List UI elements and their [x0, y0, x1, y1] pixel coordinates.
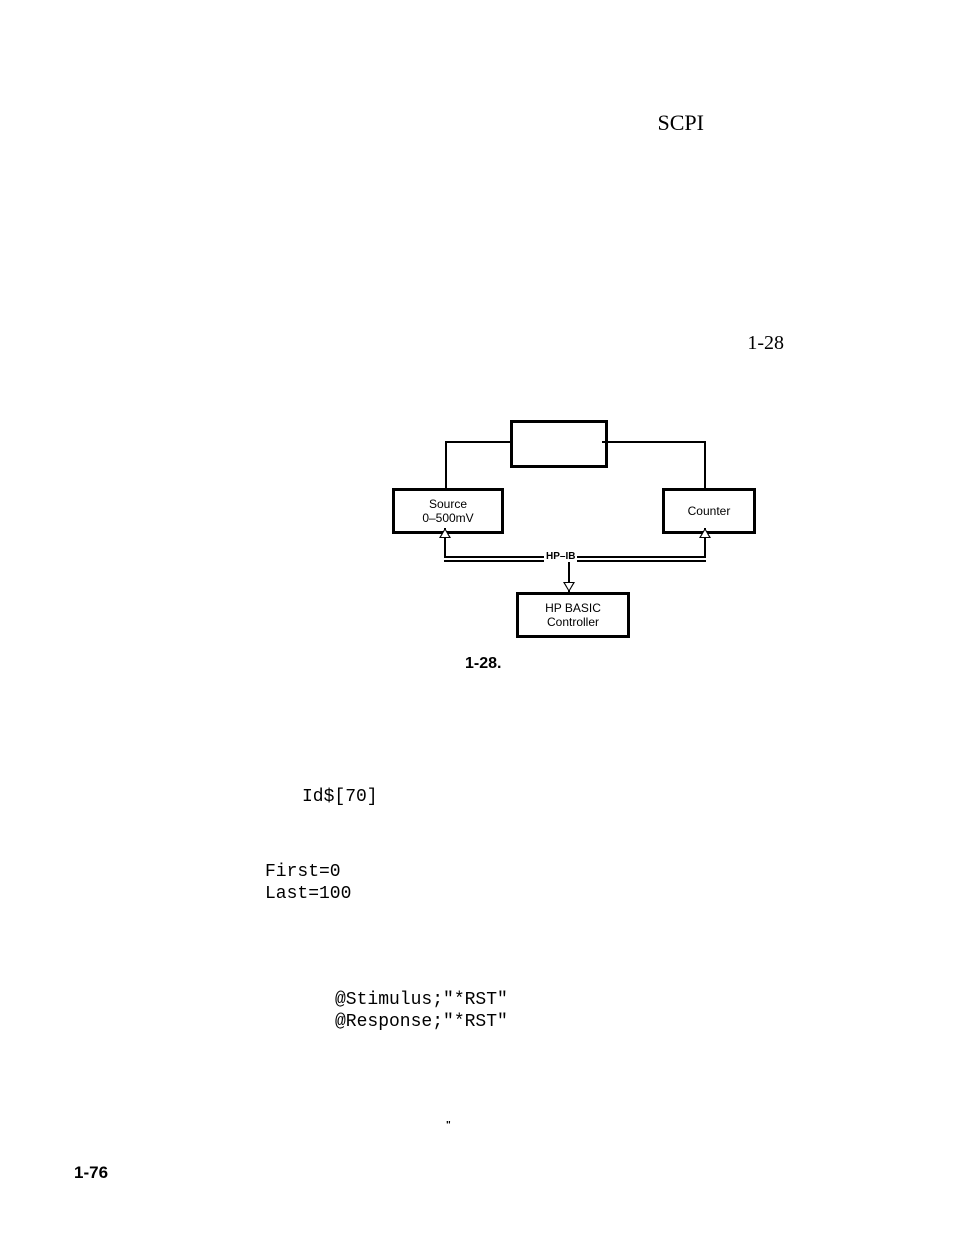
section-title: SCPI [658, 110, 704, 136]
block-diagram: Source 0–500mV Counter HP BASIC Controll… [392, 420, 782, 670]
arrow-up-icon [699, 528, 711, 538]
source-range: 0–500mV [422, 511, 473, 525]
arrow-up-icon [439, 528, 451, 538]
counter-label: Counter [688, 504, 731, 518]
connector-line [445, 441, 510, 443]
code-line: Id$[70] [302, 787, 378, 807]
code-line: @Response;"*RST" [335, 1012, 508, 1032]
arrow-down-icon [563, 582, 575, 592]
controller-label-2: Controller [547, 615, 599, 629]
connector-line [445, 441, 447, 488]
stray-mark: " [446, 1120, 451, 1131]
connector-line [602, 441, 706, 443]
connector-line [704, 441, 706, 488]
page-reference: 1-28 [747, 332, 784, 355]
figure-caption: 1-28. [465, 655, 501, 673]
code-line: @Stimulus;"*RST" [335, 990, 508, 1010]
page-number: 1-76 [74, 1163, 108, 1183]
dut-box [510, 420, 608, 468]
controller-box: HP BASIC Controller [516, 592, 630, 638]
code-line: First=0 [265, 862, 341, 882]
code-line: Last=100 [265, 884, 351, 904]
source-label: Source [429, 497, 467, 511]
bus-label: HP–IB [544, 551, 577, 562]
controller-label-1: HP BASIC [545, 601, 601, 615]
